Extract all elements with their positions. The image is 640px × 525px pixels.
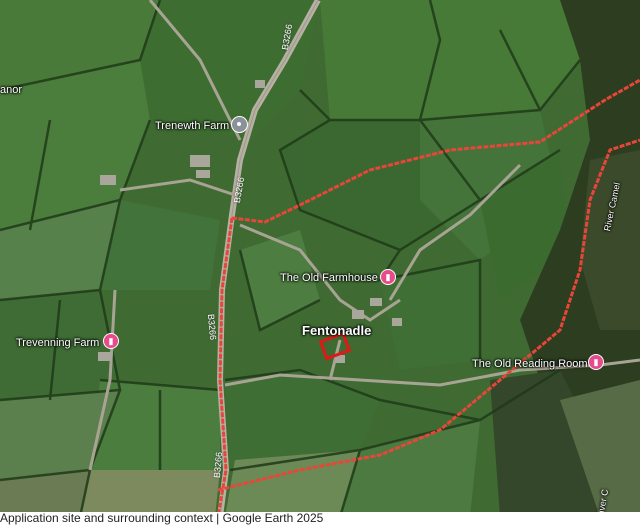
road-label-b3266: B3266 bbox=[205, 313, 219, 341]
place-label-old-farmhouse[interactable]: The Old Farmhouse bbox=[280, 272, 378, 284]
place-label-old-reading-room[interactable]: The Old Reading Room bbox=[472, 358, 588, 370]
figure-caption: Application site and surrounding context… bbox=[0, 512, 640, 525]
map-imagery bbox=[0, 0, 640, 517]
hotel-pin-icon[interactable]: ▮ bbox=[588, 354, 604, 370]
place-pin-icon[interactable] bbox=[231, 116, 248, 133]
hotel-pin-icon[interactable]: ▮ bbox=[103, 333, 119, 349]
village-label-fentonadle: Fentonadle bbox=[302, 323, 372, 338]
place-label-trevenning-farm[interactable]: Trevenning Farm bbox=[16, 337, 99, 349]
manor-label-partial: anor bbox=[0, 84, 23, 96]
satellite-map[interactable]: B3266 B3266 B3266 B3266 anor River Camel… bbox=[0, 0, 640, 517]
place-label-trenewth-farm[interactable]: Trenewth Farm bbox=[155, 120, 229, 132]
hotel-pin-icon[interactable]: ▮ bbox=[380, 269, 396, 285]
